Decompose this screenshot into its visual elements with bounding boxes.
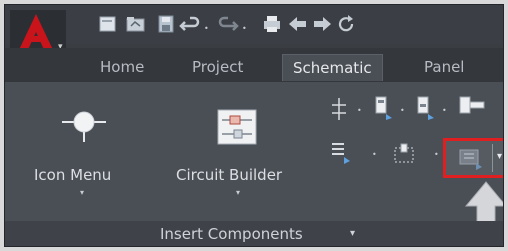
tab-project[interactable]: Project [192, 54, 243, 80]
ribbon-panel: Icon Menu ▾ Circuit Builder ▾ • • • • • … [4, 82, 504, 234]
ribbon-tab-bar: Home Project Schematic Panel [4, 48, 504, 82]
insert-component-dropdown-icon[interactable]: • [400, 106, 405, 115]
undo-icon[interactable] [178, 12, 202, 36]
circuit-builder-button[interactable]: Circuit Builder ▾ [170, 92, 310, 202]
multiple-insert-icon[interactable] [328, 96, 350, 122]
insert-component-icon[interactable] [370, 94, 396, 122]
open-folder-icon[interactable] [124, 12, 148, 36]
icon-menu-label: Icon Menu [34, 166, 112, 184]
split-button-divider [492, 144, 493, 172]
multiple-insert-dropdown-icon[interactable]: • [357, 106, 362, 115]
undo-dropdown-icon[interactable]: • [204, 24, 209, 33]
arrow-left-icon[interactable] [286, 12, 310, 36]
split-button-chevron-down-icon[interactable]: ▾ [497, 151, 502, 162]
panel-title-bar[interactable]: Insert Components ▾ [4, 221, 504, 247]
circuit-builder-label: Circuit Builder [176, 166, 283, 184]
insert-connector-icon[interactable] [456, 94, 486, 122]
highlighted-split-button[interactable]: ▾ [443, 138, 504, 178]
save-icon[interactable] [154, 12, 178, 36]
tab-home[interactable]: Home [100, 54, 144, 80]
wire-numbers-dropdown-icon[interactable]: • [372, 150, 377, 159]
redo-icon[interactable] [216, 12, 240, 36]
icon-menu-dropdown-icon[interactable]: ▾ [80, 188, 84, 197]
insert-ladder-icon[interactable] [390, 140, 418, 168]
arrow-right-icon[interactable] [310, 12, 334, 36]
chevron-down-icon[interactable]: ▾ [350, 228, 355, 239]
insert-terminal-dropdown-icon[interactable]: • [442, 106, 447, 115]
new-file-icon[interactable] [96, 12, 120, 36]
insert-wire-numbers-icon[interactable] [328, 140, 354, 166]
ladder-dropdown-icon[interactable]: • [434, 150, 439, 159]
circuit-builder-dropdown-icon[interactable]: ▾ [236, 188, 240, 197]
plot-icon[interactable] [260, 12, 284, 36]
quick-access-toolbar: E ▾ • • [4, 4, 504, 68]
icon-menu-button[interactable]: Icon Menu ▾ [28, 92, 148, 202]
insert-cable-marker-icon [459, 149, 482, 170]
tab-panel[interactable]: Panel [424, 54, 464, 80]
tab-schematic[interactable]: Schematic [282, 54, 383, 81]
redo-dropdown-icon[interactable]: • [242, 24, 247, 33]
application-window: E ▾ • • [4, 4, 504, 247]
icon-menu-icon [62, 111, 106, 142]
refresh-icon[interactable] [334, 12, 358, 36]
circuit-builder-icon [217, 109, 257, 145]
insert-terminal-icon[interactable] [412, 94, 438, 122]
panel-title: Insert Components [160, 225, 303, 243]
